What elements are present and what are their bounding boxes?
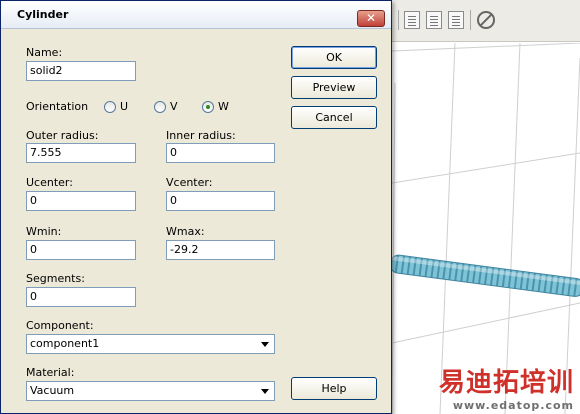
- radio-button-w[interactable]: [202, 100, 214, 113]
- segments-label: Segments:: [26, 272, 85, 285]
- toolbar-separator: [398, 10, 399, 30]
- orientation-radio-w[interactable]: W: [202, 100, 229, 113]
- segments-field[interactable]: 0: [26, 287, 136, 307]
- toolbar-stop-icon[interactable]: [477, 11, 495, 29]
- radio-label-w: W: [218, 100, 229, 113]
- watermark: 易迪拓培训 www.edatop.com: [439, 362, 574, 412]
- vcenter-label: Vcenter:: [166, 176, 213, 189]
- watermark-chinese: 易迪拓培训: [438, 368, 574, 398]
- grid-line: [439, 43, 456, 414]
- wmin-field[interactable]: 0: [26, 240, 136, 260]
- grid-line: [391, 43, 580, 52]
- name-label: Name:: [26, 46, 63, 59]
- toolbar-document-icon-1[interactable]: [404, 11, 420, 29]
- wmax-label: Wmax:: [166, 225, 205, 238]
- radio-label-u: U: [120, 100, 129, 113]
- radio-label-v: V: [170, 100, 178, 113]
- cylinder-dialog: Cylinder ✕ Name: solid2 Orientation U V …: [0, 0, 392, 414]
- vcenter-field[interactable]: 0: [166, 191, 275, 211]
- wmin-label: Wmin:: [26, 225, 62, 238]
- dialog-title: Cylinder: [17, 8, 69, 21]
- grid-line: [504, 43, 521, 414]
- chevron-down-icon[interactable]: [261, 342, 269, 347]
- name-field[interactable]: solid2: [26, 61, 136, 81]
- cylinder-coil: [389, 254, 580, 297]
- grid-line: [564, 57, 580, 414]
- orientation-radio-u[interactable]: U: [104, 100, 128, 113]
- radio-button-u[interactable]: [104, 100, 116, 113]
- grid-line: [391, 302, 580, 344]
- close-button[interactable]: ✕: [357, 10, 385, 27]
- inner-radius-label: Inner radius:: [166, 129, 236, 142]
- toolbar-separator: [470, 10, 471, 30]
- dialog-titlebar[interactable]: Cylinder ✕: [1, 1, 391, 29]
- ucenter-field[interactable]: 0: [26, 191, 136, 211]
- material-select[interactable]: Vacuum: [26, 381, 275, 401]
- grid-lines: [391, 43, 580, 414]
- outer-radius-field[interactable]: 7.555: [26, 143, 136, 163]
- wmax-field[interactable]: -29.2: [166, 240, 275, 260]
- toolbar-document-icon-3[interactable]: [448, 11, 464, 29]
- toolbar-document-icon-2[interactable]: [426, 11, 442, 29]
- component-selected-value: component1: [30, 337, 100, 350]
- orientation-label: Orientation: [26, 100, 89, 113]
- component-select[interactable]: component1: [26, 334, 275, 354]
- grid-line: [391, 82, 396, 414]
- material-label: Material:: [26, 366, 75, 379]
- outer-radius-label: Outer radius:: [26, 129, 99, 142]
- orientation-radio-v[interactable]: V: [154, 100, 178, 113]
- preview-button[interactable]: Preview: [291, 76, 377, 99]
- inner-radius-field[interactable]: 0: [166, 143, 275, 163]
- chevron-down-icon[interactable]: [261, 389, 269, 394]
- ok-button[interactable]: OK: [291, 46, 377, 69]
- ucenter-label: Ucenter:: [26, 176, 73, 189]
- component-label: Component:: [26, 319, 94, 332]
- grid-line: [391, 152, 580, 184]
- material-selected-value: Vacuum: [30, 384, 75, 397]
- radio-button-v[interactable]: [154, 100, 166, 113]
- cancel-button[interactable]: Cancel: [291, 106, 377, 129]
- watermark-url: www.edatop.com: [452, 399, 574, 412]
- close-icon: ✕: [365, 11, 377, 25]
- help-button[interactable]: Help: [291, 377, 377, 400]
